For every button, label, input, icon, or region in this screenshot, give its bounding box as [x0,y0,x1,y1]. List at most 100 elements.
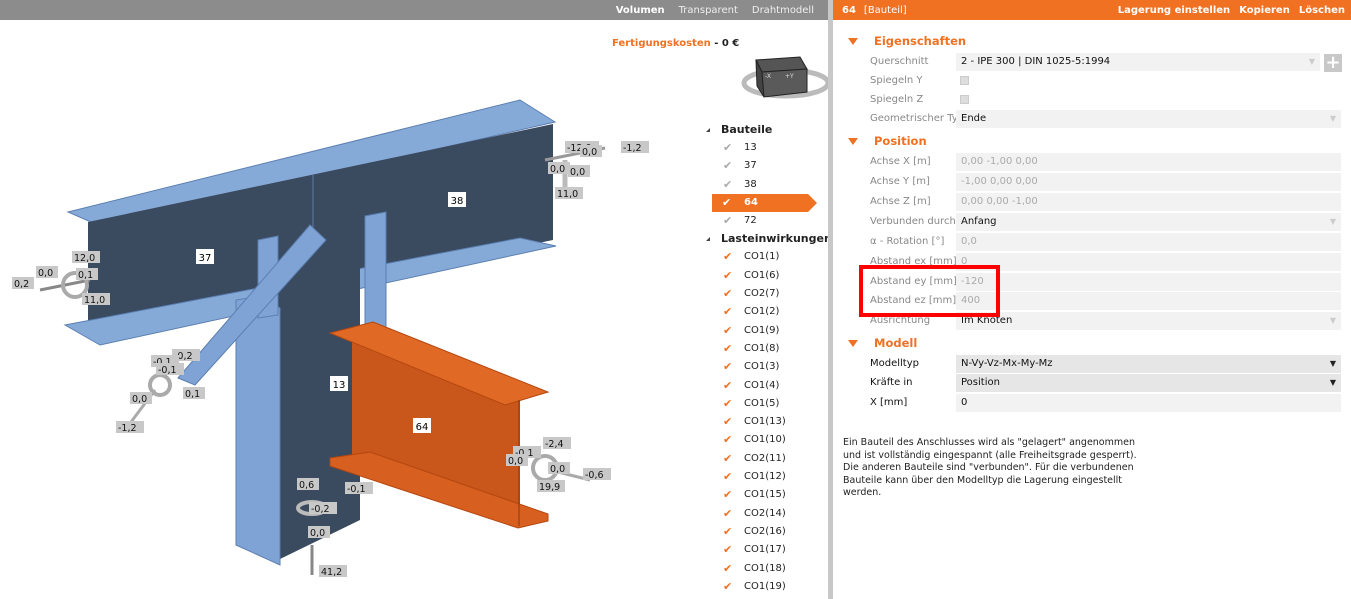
spiegeln-y-checkbox[interactable] [960,76,969,85]
view-cube[interactable]: -X +Y [741,56,828,99]
column-13-flange[interactable] [235,295,281,566]
checkbox-checked-icon[interactable]: ✔ [723,468,732,486]
modelltyp-select[interactable]: N-Vy-Vz-Mx-My-Mz ▼ [956,355,1341,373]
tree-item-label: CO2(16) [744,525,786,537]
checkbox-checked-icon[interactable]: ✔ [723,248,732,266]
checkbox-checked-icon[interactable]: ✔ [723,395,732,413]
checkbox-checked-icon[interactable]: ✔ [723,523,732,541]
field-label: Spiegeln Z [870,94,924,105]
member-label-38[interactable]: 38 [451,196,464,207]
tree-item-load[interactable]: ✔ CO2(11) [700,450,820,468]
tree-item-load[interactable]: ✔ CO1(3) [700,358,820,376]
checkbox-checked-icon[interactable]: ✔ [723,212,732,230]
collapse-triangle-icon[interactable] [848,137,858,145]
tree-item-load[interactable]: ✔ CO1(4) [700,377,820,395]
achse-x-field[interactable]: 0,00 -1,00 0,00 [956,153,1341,171]
abstand-ey-field[interactable]: -120 [956,273,1341,291]
tree-item-bauteil-37[interactable]: ✔ 37 [700,157,820,175]
tree-item-load[interactable]: ✔ CO1(2) [700,303,820,321]
row-geometrischer-typ: Geometrischer Typ Ende ▼ [833,110,1351,129]
3d-viewer[interactable]: Volumen Transparent Drahtmodell Fertigun… [0,0,832,599]
tree-item-load[interactable]: ✔ CO1(19) [700,578,820,596]
tree-header-bauteile[interactable]: Bauteile [700,121,820,139]
querschnitt-select[interactable]: 2 - IPE 300 | DIN 1025-5:1994 ▼ [956,53,1320,71]
section-position[interactable]: Position [833,132,927,150]
tree-item-load[interactable]: ✔ CO1(1) [700,248,820,266]
checkbox-checked-icon[interactable]: ✔ [723,340,732,358]
spiegeln-z-checkbox[interactable] [960,95,969,104]
tree-item-bauteil-72[interactable]: ✔ 72 [700,212,820,230]
ausrichtung-select[interactable]: Im Knoten ▼ [956,312,1341,330]
checkbox-checked-icon[interactable]: ✔ [723,431,732,449]
lagerung-einstellen-button[interactable]: Lagerung einstellen [1118,5,1230,16]
member-label-13[interactable]: 13 [333,380,346,391]
section-eigenschaften[interactable]: Eigenschaften [833,32,966,50]
checkbox-checked-icon[interactable]: ✔ [723,377,732,395]
checkbox-checked-icon[interactable]: ✔ [723,303,732,321]
member-label-64[interactable]: 64 [416,422,429,433]
mode-volumen[interactable]: Volumen [616,5,665,16]
achse-z-field[interactable]: 0,00 0,00 -1,00 [956,193,1341,211]
tree-item-load[interactable]: ✔ CO1(13) [700,413,820,431]
section-modell[interactable]: Modell [833,334,917,352]
load-value-label: 0,6 [299,480,314,491]
abstand-ez-field[interactable]: 400 [956,292,1341,310]
checkbox-checked-icon[interactable]: ✔ [723,560,732,578]
add-cross-section-button[interactable]: + [1324,54,1342,72]
checkbox-checked-icon[interactable]: ✔ [723,176,732,194]
tree-item-load[interactable]: ✔ CO1(6) [700,267,820,285]
tree-item-load[interactable]: ✔ CO1(18) [700,560,820,578]
checkbox-checked-icon[interactable]: ✔ [722,194,731,212]
tree-item-load[interactable]: ✔ CO2(16) [700,523,820,541]
checkbox-checked-icon[interactable]: ✔ [723,139,732,157]
abstand-ex-field[interactable]: 0 [956,253,1341,271]
tree-item-label: 64 [744,196,758,208]
mode-drahtmodell[interactable]: Drahtmodell [752,5,814,16]
tree-item-load[interactable]: ✔ CO1(15) [700,486,820,504]
load-value-label: -0,6 [585,470,604,481]
tree-item-label: 38 [744,178,757,190]
member-72-plate[interactable] [364,211,387,331]
tree-item-bauteil-64[interactable]: ✔ 64 [712,193,817,213]
member-label-37[interactable]: 37 [199,253,212,264]
tree-item-label: CO1(8) [744,342,780,354]
x-mm-field[interactable]: 0 [956,394,1341,412]
loeschen-button[interactable]: Löschen [1299,5,1345,16]
field-label: Kräfte in [870,377,913,388]
tree-item-label: CO1(2) [744,306,780,318]
tree-item-load[interactable]: ✔ CO1(10) [700,431,820,449]
checkbox-checked-icon[interactable]: ✔ [723,486,732,504]
collapse-triangle-icon[interactable] [848,37,858,45]
collapse-triangle-icon[interactable] [848,339,858,347]
checkbox-checked-icon[interactable]: ✔ [723,322,732,340]
kopieren-button[interactable]: Kopieren [1239,5,1290,16]
checkbox-checked-icon[interactable]: ✔ [723,578,732,596]
tree-item-load[interactable]: ✔ CO1(17) [700,541,820,559]
checkbox-checked-icon[interactable]: ✔ [723,285,732,303]
kraefte-in-select[interactable]: Position ▼ [956,374,1341,392]
field-label: α - Rotation [°] [870,236,945,247]
achse-y-field[interactable]: -1,00 0,00 0,00 [956,173,1341,191]
checkbox-checked-icon[interactable]: ✔ [723,157,732,175]
checkbox-checked-icon[interactable]: ✔ [723,358,732,376]
tree-item-label: CO1(9) [744,324,780,336]
checkbox-checked-icon[interactable]: ✔ [723,267,732,285]
tree-item-load[interactable]: ✔ CO1(9) [700,322,820,340]
checkbox-checked-icon[interactable]: ✔ [723,413,732,431]
tree-item-load[interactable]: ✔ CO1(12) [700,468,820,486]
geometrischer-typ-select[interactable]: Ende ▼ [956,110,1341,128]
chevron-down-icon: ▼ [1308,57,1315,66]
tree-item-bauteil-13[interactable]: ✔ 13 [700,139,820,157]
tree-header-lasteinwirkungen[interactable]: Lasteinwirkungen [700,230,832,248]
checkbox-checked-icon[interactable]: ✔ [723,541,732,559]
checkbox-checked-icon[interactable]: ✔ [723,505,732,523]
checkbox-checked-icon[interactable]: ✔ [723,450,732,468]
tree-item-load[interactable]: ✔ CO2(14) [700,505,820,523]
mode-transparent[interactable]: Transparent [679,5,738,16]
rotation-field[interactable]: 0,0 [956,233,1341,251]
tree-item-bauteil-38[interactable]: ✔ 38 [700,176,820,194]
tree-item-load[interactable]: ✔ CO2(7) [700,285,820,303]
tree-item-load[interactable]: ✔ CO1(5) [700,395,820,413]
verbunden-durch-select[interactable]: Anfang ▼ [956,213,1341,231]
tree-item-load[interactable]: ✔ CO1(8) [700,340,820,358]
